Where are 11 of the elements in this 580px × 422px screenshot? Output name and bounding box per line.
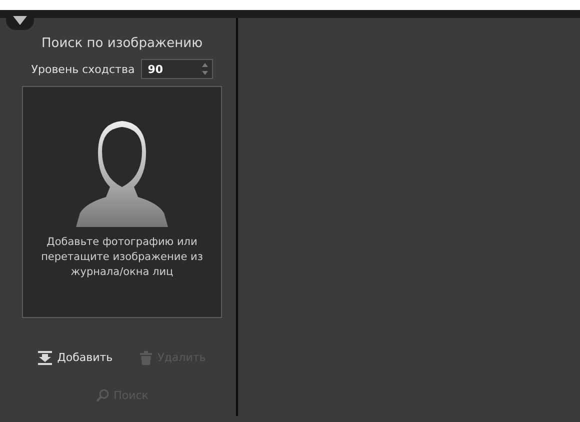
similarity-label: Уровень сходства	[31, 62, 135, 76]
triangle-down-icon	[13, 16, 27, 24]
panel-title: Поиск по изображению	[41, 36, 203, 51]
trash-icon	[138, 350, 153, 365]
spin-arrows-icon	[202, 62, 208, 76]
drop-hint: Добавьте фотографию или перетащите изображение из журнала/окна лиц	[40, 235, 204, 280]
add-button[interactable]: Добавить	[36, 348, 115, 367]
similarity-spinbox[interactable]: 90	[140, 59, 213, 79]
import-icon	[38, 350, 52, 364]
search-icon	[96, 389, 109, 402]
photo-drop-zone[interactable]: Добавьте фотографию или перетащите изображение из журнала/окна лиц	[22, 86, 222, 318]
